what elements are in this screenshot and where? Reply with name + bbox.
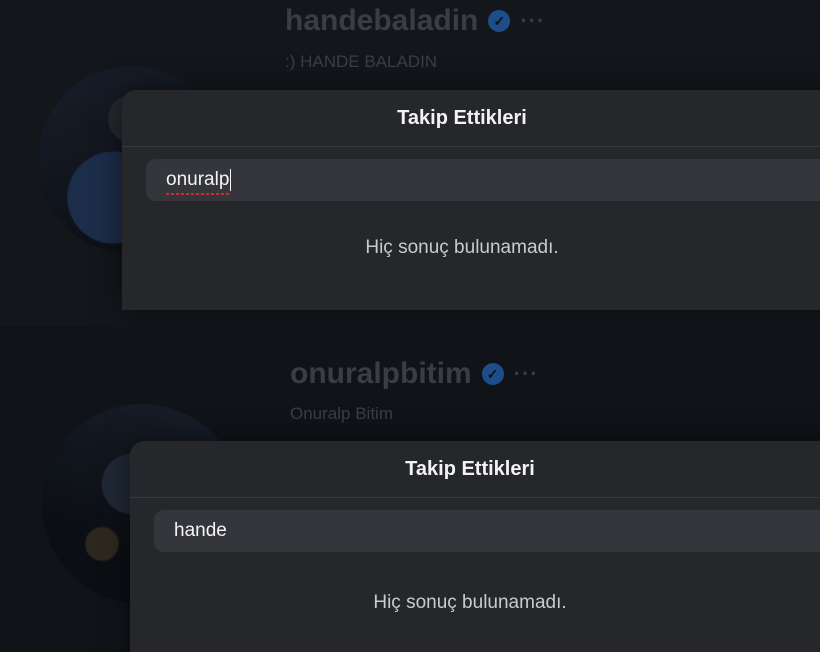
search-input-value[interactable]: hande bbox=[174, 520, 227, 542]
verified-badge-icon: ✓ bbox=[481, 363, 504, 385]
search-input[interactable]: hande bbox=[154, 510, 820, 552]
more-options-icon[interactable]: ··· bbox=[514, 361, 539, 387]
following-dialog: Takip Ettikleri hande Hiç sonuç bulunama… bbox=[130, 441, 820, 652]
profile-username-row: onuralpbitim ✓ ··· bbox=[290, 357, 539, 391]
profile-panel-bottom: onuralpbitim ✓ ··· Onuralp Bitim Takip E… bbox=[0, 0, 820, 652]
empty-results-message: Hiç sonuç bulunamadı. bbox=[373, 592, 567, 613]
profile-fullname: Onuralp Bitim bbox=[290, 404, 393, 423]
profile-username: onuralpbitim bbox=[290, 357, 472, 390]
dialog-title: Takip Ettikleri bbox=[130, 441, 820, 498]
